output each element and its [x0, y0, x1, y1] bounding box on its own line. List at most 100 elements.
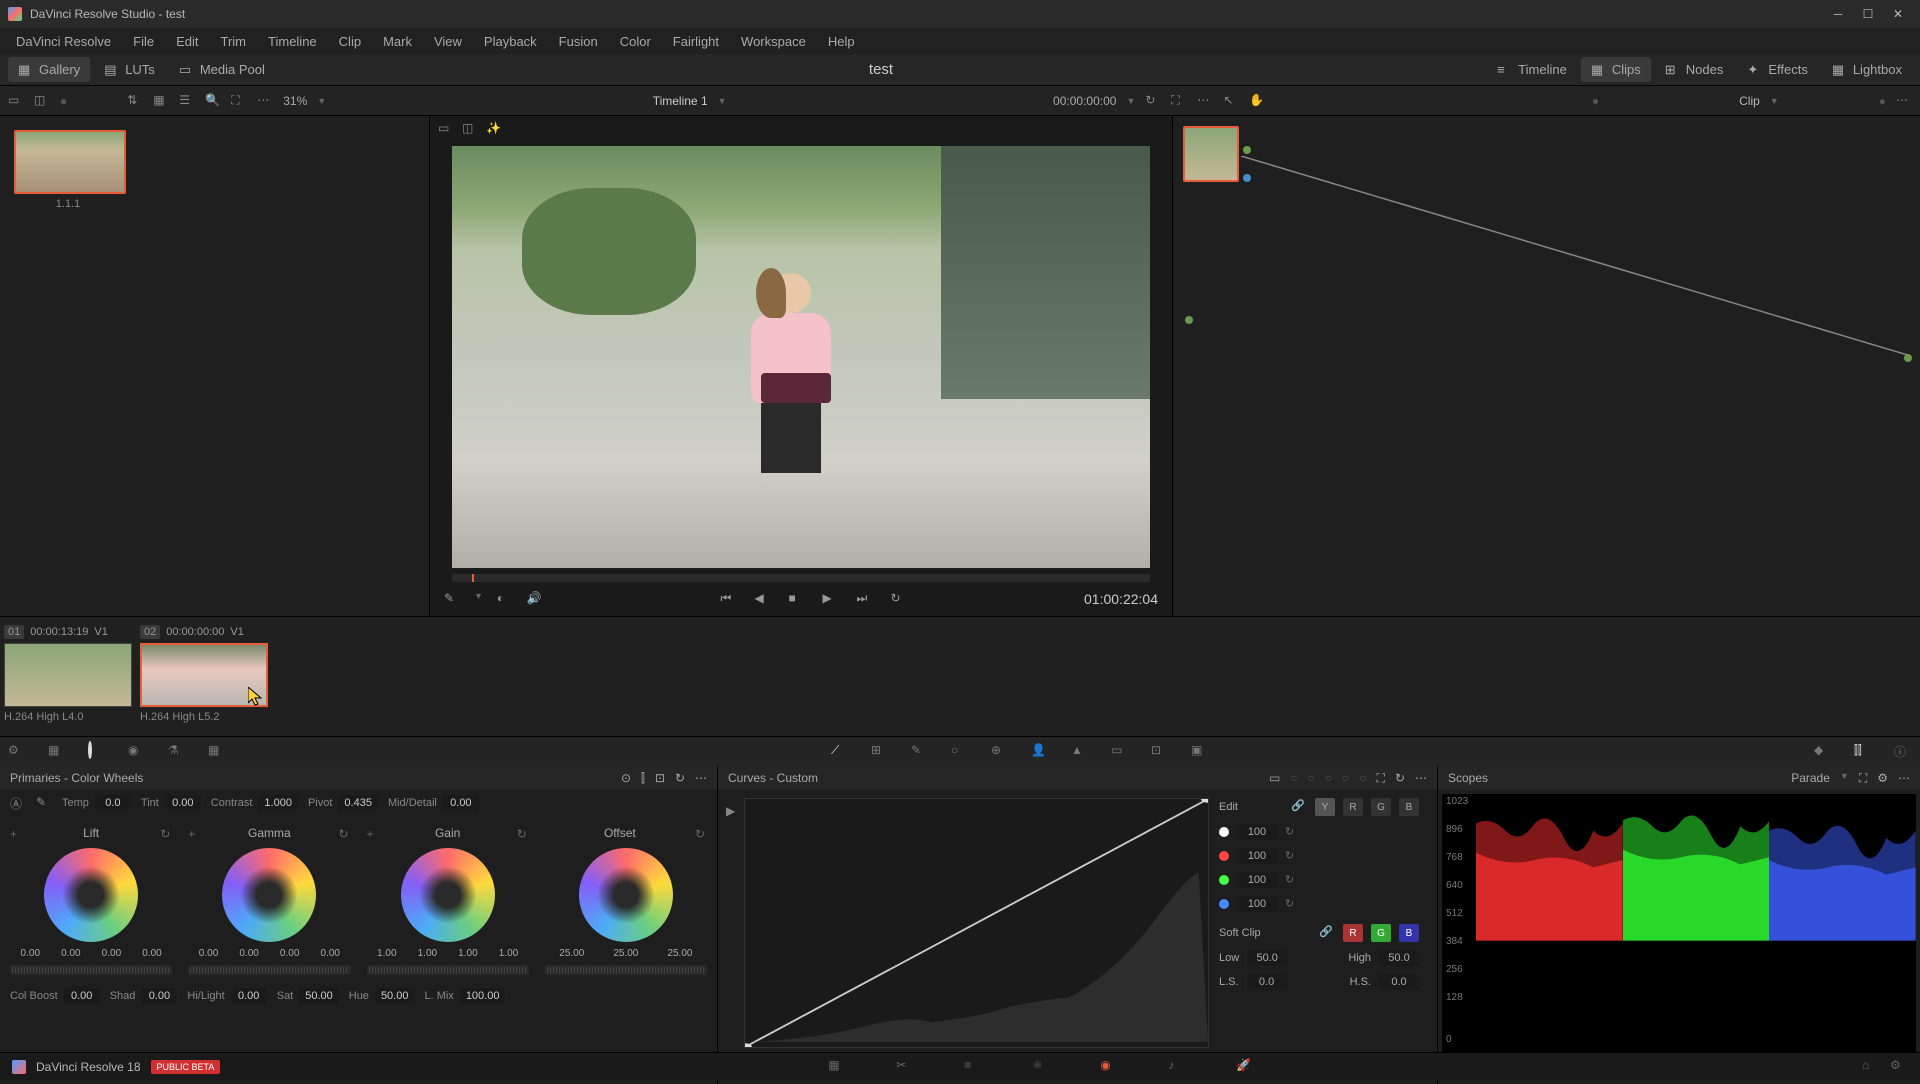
- last-frame-icon[interactable]: ⏭: [856, 591, 872, 607]
- link-icon[interactable]: 🔗: [1319, 925, 1335, 941]
- clip-2-thumb[interactable]: [140, 643, 268, 707]
- chevron-down-icon[interactable]: ▼: [1770, 96, 1779, 106]
- softclip-g[interactable]: G: [1371, 924, 1391, 942]
- more-icon[interactable]: ⋯: [1898, 771, 1910, 786]
- menu-help[interactable]: Help: [818, 30, 865, 53]
- more-icon[interactable]: ⋯: [1197, 93, 1213, 109]
- expand-icon[interactable]: ⛶: [1377, 771, 1385, 786]
- sizing-icon[interactable]: ⊡: [1151, 743, 1169, 761]
- ws-clips[interactable]: ▦Clips: [1581, 57, 1651, 82]
- chevron-down-icon[interactable]: ▼: [1126, 96, 1135, 106]
- intensity-g[interactable]: 100: [1237, 872, 1277, 888]
- menu-clip[interactable]: Clip: [329, 30, 371, 53]
- channel-y[interactable]: Y: [1315, 798, 1335, 816]
- offset-wheel[interactable]: [579, 848, 673, 942]
- menu-fairlight[interactable]: Fairlight: [663, 30, 729, 53]
- curves-mode-5-icon[interactable]: ○: [1342, 771, 1349, 786]
- fullscreen-icon[interactable]: ⛶: [1171, 93, 1187, 109]
- magic-mask-icon[interactable]: 👤: [1031, 743, 1049, 761]
- chevron-down-icon[interactable]: ▼: [718, 96, 727, 106]
- intensity-y[interactable]: 100: [1237, 824, 1277, 840]
- auto-icon[interactable]: Ⓐ: [10, 795, 26, 811]
- expand-icon[interactable]: ⛶: [231, 93, 247, 109]
- sort-icon[interactable]: ⇅: [127, 93, 143, 109]
- softclip-low[interactable]: 50.0: [1247, 950, 1287, 966]
- lift-master[interactable]: [10, 965, 172, 975]
- viewer-image[interactable]: [452, 146, 1150, 568]
- sat-value[interactable]: 50.00: [299, 988, 339, 1004]
- menu-edit[interactable]: Edit: [166, 30, 208, 53]
- rgb-mixer-icon[interactable]: ⚗: [168, 743, 186, 761]
- keyframe-icon[interactable]: ◆: [1814, 743, 1832, 761]
- ws-luts[interactable]: ▤LUTs: [94, 57, 165, 82]
- page-cut-icon[interactable]: ✂: [896, 1058, 914, 1076]
- ws-nodes[interactable]: ⊞Nodes: [1655, 57, 1734, 82]
- menu-file[interactable]: File: [123, 30, 164, 53]
- reset-icon[interactable]: ↻: [1285, 849, 1299, 863]
- scopes-icon[interactable]: ⫿⫿: [1854, 743, 1872, 761]
- tree-input-dot[interactable]: [1185, 316, 1193, 324]
- 3d-icon[interactable]: ▣: [1191, 743, 1209, 761]
- softclip-b[interactable]: B: [1399, 924, 1419, 942]
- clip-mode[interactable]: Clip: [1739, 94, 1760, 108]
- hue-value[interactable]: 50.00: [375, 988, 415, 1004]
- color-match-icon[interactable]: ▦: [48, 743, 66, 761]
- middetail-value[interactable]: 0.00: [443, 795, 479, 811]
- reset-icon[interactable]: ↻: [517, 827, 529, 839]
- gamma-wheel[interactable]: [222, 848, 316, 942]
- page-fairlight-icon[interactable]: ♪: [1168, 1058, 1186, 1076]
- split-icon[interactable]: ◫: [34, 93, 50, 109]
- curves-mode-3-icon[interactable]: ○: [1308, 771, 1315, 786]
- unmix-icon[interactable]: ◐: [497, 591, 513, 607]
- reset-icon[interactable]: ↻: [675, 771, 685, 786]
- reset-icon[interactable]: ↻: [339, 827, 351, 839]
- gamma-master[interactable]: [188, 965, 350, 975]
- bars-mode-icon[interactable]: ⫿: [641, 771, 645, 786]
- channel-b[interactable]: B: [1399, 798, 1419, 816]
- hdr-icon[interactable]: ◉: [128, 743, 146, 761]
- menu-workspace[interactable]: Workspace: [731, 30, 816, 53]
- ws-mediapool[interactable]: ▭Media Pool: [169, 57, 275, 82]
- tracker-icon[interactable]: ⊕: [991, 743, 1009, 761]
- shad-value[interactable]: 0.00: [141, 988, 177, 1004]
- softclip-high[interactable]: 50.0: [1379, 950, 1419, 966]
- reset-icon[interactable]: ↻: [1285, 825, 1299, 839]
- reset-icon[interactable]: ↻: [1285, 897, 1299, 911]
- more-icon[interactable]: ⋯: [1896, 93, 1912, 109]
- node-1[interactable]: [1183, 126, 1239, 182]
- link-icon[interactable]: 🔗: [1291, 799, 1307, 815]
- home-icon[interactable]: ⌂: [1862, 1058, 1880, 1076]
- camera-raw-icon[interactable]: ⚙: [8, 743, 26, 761]
- minimize-button[interactable]: ─: [1832, 8, 1844, 20]
- menu-trim[interactable]: Trim: [211, 30, 257, 53]
- channel-r[interactable]: R: [1343, 798, 1363, 816]
- more-icon[interactable]: ⋯: [257, 93, 273, 109]
- viewer-timecode[interactable]: 00:00:00:00: [1053, 94, 1116, 108]
- grid-view-icon[interactable]: ▦: [153, 93, 169, 109]
- page-media-icon[interactable]: ▦: [828, 1058, 846, 1076]
- menu-playback[interactable]: Playback: [474, 30, 547, 53]
- channel-g[interactable]: G: [1371, 798, 1391, 816]
- maximize-button[interactable]: ☐: [1862, 8, 1874, 20]
- log-mode-icon[interactable]: ⊡: [655, 771, 665, 786]
- expand-icon[interactable]: ⛶: [1859, 771, 1867, 786]
- intensity-r[interactable]: 100: [1237, 848, 1277, 864]
- softclip-ls[interactable]: 0.0: [1247, 974, 1287, 990]
- viewer-scrubber[interactable]: [452, 574, 1150, 582]
- curve-editor[interactable]: [744, 798, 1209, 1048]
- more-icon[interactable]: ⋯: [695, 771, 707, 786]
- refresh-icon[interactable]: ↻: [1145, 93, 1161, 109]
- reset-icon[interactable]: ↻: [695, 827, 707, 839]
- ws-gallery[interactable]: ▦Gallery: [8, 57, 90, 82]
- clip-2[interactable]: 02 00:00:00:00 V1 H.264 High L5.2: [140, 623, 268, 730]
- gain-master[interactable]: [367, 965, 529, 975]
- zoom-level[interactable]: 31%: [283, 94, 307, 108]
- ws-effects[interactable]: ✦Effects: [1737, 57, 1818, 82]
- play-icon[interactable]: ▶: [822, 591, 838, 607]
- loop-icon[interactable]: ↻: [890, 591, 906, 607]
- lmix-value[interactable]: 100.00: [460, 988, 506, 1004]
- gallery-still[interactable]: [14, 130, 126, 194]
- stop-icon[interactable]: ■: [788, 591, 804, 607]
- info-icon[interactable]: ⓘ: [1894, 743, 1912, 761]
- temp-value[interactable]: 0.0: [95, 795, 131, 811]
